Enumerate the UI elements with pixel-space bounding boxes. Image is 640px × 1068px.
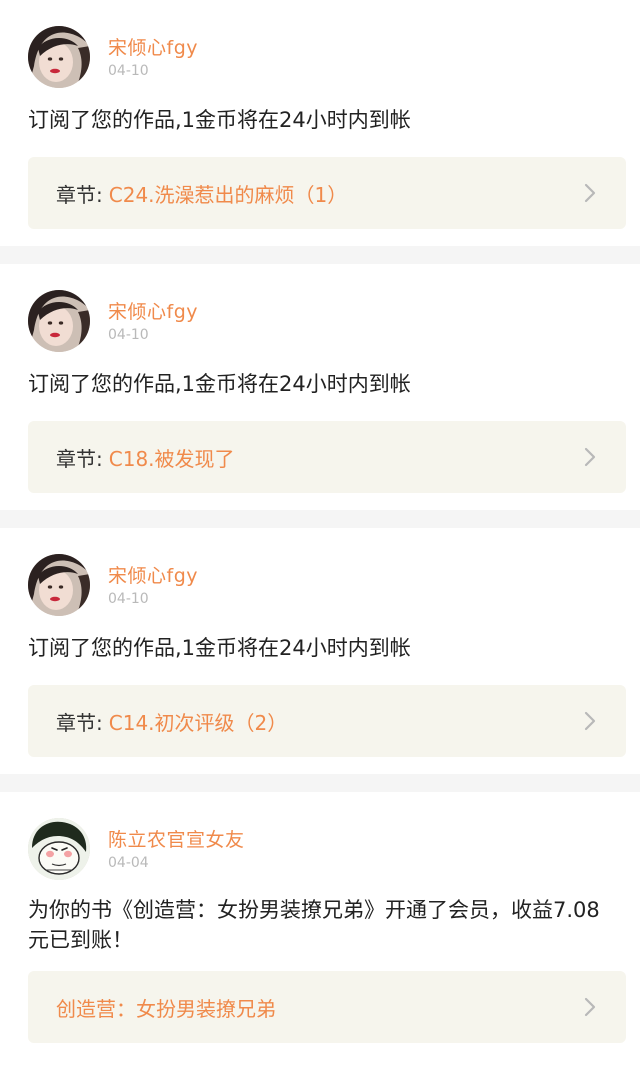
avatar[interactable] — [28, 26, 90, 88]
chevron-right-icon — [582, 996, 598, 1018]
book-link[interactable]: 创造营：女扮男装撩兄弟 — [28, 971, 626, 1043]
book-title: 创造营：女扮男装撩兄弟 — [56, 996, 276, 1021]
card-header: 宋倾心fgy 04-10 — [28, 26, 626, 88]
notification-card: 陈立农官宣女友 04-04 为你的书《创造营：女扮男装撩兄弟》开通了会员，收益7… — [0, 792, 640, 1068]
user-name[interactable]: 宋倾心fgy — [108, 300, 198, 324]
chapter-link[interactable]: 章节: C14.初次评级（2） — [28, 685, 626, 757]
girl-avatar-icon — [28, 290, 90, 352]
chapter-label: 章节: — [56, 446, 103, 471]
avatar[interactable] — [28, 290, 90, 352]
card-meta: 宋倾心fgy 04-10 — [108, 554, 198, 608]
notification-message: 订阅了您的作品,1金币将在24小时内到帐 — [28, 108, 411, 132]
notification-date: 04-10 — [108, 327, 149, 343]
notification-feed: 宋倾心fgy 04-10 订阅了您的作品,1金币将在24小时内到帐 章节: C2… — [0, 0, 640, 1068]
notification-date: 04-04 — [108, 855, 149, 871]
chapter-label: 章节: — [56, 710, 103, 735]
notification-message: 订阅了您的作品,1金币将在24小时内到帐 — [28, 372, 411, 396]
chapter-title: C14.初次评级（2） — [108, 710, 288, 735]
chevron-right-icon — [582, 446, 598, 468]
user-name[interactable]: 宋倾心fgy — [108, 564, 198, 588]
avatar[interactable] — [28, 818, 90, 880]
chapter-label: 章节: — [56, 182, 103, 207]
cartoon-avatar-icon — [28, 818, 90, 880]
chevron-right-icon — [582, 710, 598, 732]
card-meta: 陈立农官宣女友 04-04 — [108, 818, 245, 872]
user-name[interactable]: 陈立农官宣女友 — [108, 828, 245, 852]
chapter-title: C18.被发现了 — [108, 446, 235, 471]
girl-avatar-icon — [28, 554, 90, 616]
card-header: 宋倾心fgy 04-10 — [28, 554, 626, 616]
chapter-link[interactable]: 章节: C18.被发现了 — [28, 421, 626, 493]
notification-card: 宋倾心fgy 04-10 订阅了您的作品,1金币将在24小时内到帐 章节: C1… — [0, 528, 640, 774]
notification-date: 04-10 — [108, 591, 149, 607]
avatar[interactable] — [28, 554, 90, 616]
girl-avatar-icon — [28, 26, 90, 88]
notification-card: 宋倾心fgy 04-10 订阅了您的作品,1金币将在24小时内到帐 章节: C1… — [0, 264, 640, 510]
card-meta: 宋倾心fgy 04-10 — [108, 290, 198, 344]
card-header: 陈立农官宣女友 04-04 — [28, 818, 626, 880]
user-name[interactable]: 宋倾心fgy — [108, 36, 198, 60]
card-meta: 宋倾心fgy 04-10 — [108, 26, 198, 80]
notification-message: 订阅了您的作品,1金币将在24小时内到帐 — [28, 636, 411, 660]
card-header: 宋倾心fgy 04-10 — [28, 290, 626, 352]
notification-card: 宋倾心fgy 04-10 订阅了您的作品,1金币将在24小时内到帐 章节: C2… — [0, 0, 640, 246]
chapter-title: C24.洗澡惹出的麻烦（1） — [108, 182, 348, 207]
notification-message: 为你的书《创造营：女扮男装撩兄弟》开通了会员，收益7.08元已到账！ — [28, 898, 600, 952]
notification-date: 04-10 — [108, 63, 149, 79]
chevron-right-icon — [582, 182, 598, 204]
chapter-link[interactable]: 章节: C24.洗澡惹出的麻烦（1） — [28, 157, 626, 229]
